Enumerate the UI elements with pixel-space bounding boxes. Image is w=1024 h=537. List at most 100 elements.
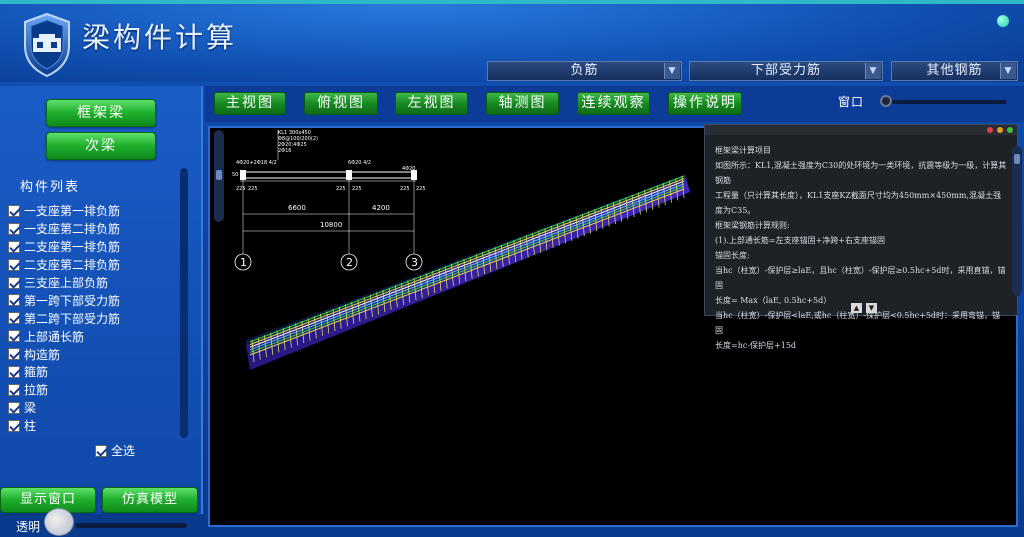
menu-tab-label: 下部受力筋 — [750, 63, 821, 78]
rebar-mid-label: 6Φ20 4/2 — [348, 160, 371, 166]
shield-logo-icon — [24, 12, 70, 78]
checkbox-checked-icon[interactable] — [8, 401, 20, 414]
component-list-item[interactable]: 第二跨下部受力筋 — [8, 309, 178, 327]
component-label: 第一跨下部受力筋 — [24, 293, 121, 308]
checkbox-checked-icon[interactable] — [8, 276, 20, 289]
scroll-down-icon[interactable]: ▼ — [866, 303, 877, 313]
info-line: 框架梁计算项目 — [715, 146, 771, 155]
component-label: 上部通长筋 — [24, 329, 85, 344]
component-list-item[interactable]: 二支座第一排负筋 — [8, 238, 178, 256]
info-panel-header — [705, 125, 1017, 135]
checkbox-checked-icon[interactable] — [8, 222, 20, 235]
menu-tab-bottom-rebar[interactable]: 下部受力筋 ▼ — [689, 61, 883, 81]
info-line: 工程量（只计算其长度），KL1支座KZ截面尺寸均为450mm×450mm,混凝土… — [715, 191, 1002, 215]
menu-tab-negative-rebar[interactable]: 负筋 ▼ — [487, 61, 682, 81]
secondary-beam-button[interactable]: 次梁 — [46, 132, 156, 160]
info-scroll-buttons: ▲ ▼ — [851, 303, 877, 313]
window-opacity-track[interactable] — [886, 100, 1006, 104]
transparency-slider-track[interactable] — [75, 523, 187, 528]
component-list-item[interactable]: 拉筋 — [8, 381, 178, 399]
select-all-checkbox[interactable]: 全选 — [95, 442, 135, 459]
beam-3d-model[interactable] — [236, 170, 696, 380]
component-label: 三支座上部负筋 — [24, 276, 109, 290]
component-list-item[interactable]: 第一跨下部受力筋 — [8, 291, 178, 309]
component-list-item[interactable]: 二支座第二排负筋 — [8, 256, 178, 274]
component-label: 柱 — [24, 419, 37, 434]
chevron-down-icon[interactable]: ▼ — [664, 63, 680, 79]
close-icon[interactable] — [987, 127, 993, 133]
list-scrollbar[interactable] — [180, 168, 188, 438]
component-list-item[interactable]: 构造筋 — [8, 345, 178, 363]
axonometric-view-button[interactable]: 轴测图 — [486, 92, 559, 115]
window-opacity-label: 窗口 — [838, 95, 865, 109]
checkbox-checked-icon[interactable] — [8, 258, 20, 271]
component-label: 二支座第一排负筋 — [24, 240, 121, 255]
top-view-button[interactable]: 俯视图 — [304, 92, 378, 115]
component-list-item[interactable]: 上部通长筋 — [8, 327, 178, 345]
app-window: 梁构件计算 负筋 ▼ 下部受力筋 ▼ 其他钢筋 ▼ 框架梁 次梁 构件列表 一支… — [0, 0, 1024, 537]
checkbox-checked-icon[interactable] — [95, 444, 107, 457]
select-all-label: 全选 — [111, 444, 136, 458]
checkbox-checked-icon[interactable] — [8, 330, 20, 343]
info-panel-handle[interactable] — [1012, 146, 1022, 296]
info-line: 当hc（柱宽）-保护层≥laE，且hc（柱宽）-保护层≥0.5hc+5d时，采用… — [715, 266, 1006, 290]
component-label: 梁 — [24, 401, 37, 416]
component-list: 一支座第一排负筋一支座第二排负筋 二支座第一排负筋 二支座第二排负筋 三支座上部负筋第… — [8, 202, 178, 435]
simulation-model-button[interactable]: 仿真模型 — [102, 487, 198, 513]
checkbox-checked-icon[interactable] — [8, 240, 20, 253]
checkbox-checked-icon[interactable] — [8, 383, 20, 396]
menu-tab-label: 负筋 — [570, 63, 599, 78]
info-line: (1).上部通长筋=左支座锚固+净跨+右支座锚固 — [715, 236, 885, 245]
menu-tab-label: 其他钢筋 — [926, 63, 983, 78]
app-title: 梁构件计算 — [82, 21, 238, 54]
component-list-title: 构件列表 — [20, 180, 81, 195]
info-line: 框架梁钢筋计算规则: — [715, 221, 790, 230]
drawing-panel-handle[interactable] — [214, 130, 224, 222]
chevron-down-icon[interactable]: ▼ — [1000, 63, 1016, 79]
info-panel: 框架梁计算项目如图所示：KL1,混凝土强度为C30的处环境为一类环境，抗震等级为… — [704, 124, 1018, 350]
component-list-item[interactable]: 一支座第二排负筋 — [8, 220, 178, 238]
component-list-item[interactable]: 箍筋 — [8, 363, 178, 381]
menu-tab-other-rebar[interactable]: 其他钢筋 ▼ — [891, 61, 1018, 81]
info-line: 长度=hc-保护层+15d — [715, 341, 797, 350]
scroll-up-icon[interactable]: ▲ — [851, 303, 862, 313]
continuous-view-button[interactable]: 连续观察 — [577, 92, 650, 115]
rebar-left-label: 4Φ20+2Φ18 4/2 — [236, 160, 277, 166]
beam-label-4: 2Φ16 — [278, 148, 291, 154]
checkbox-checked-icon[interactable] — [8, 312, 20, 325]
component-list-item[interactable]: 三支座上部负筋 — [8, 274, 178, 292]
component-list-item[interactable]: 梁 — [8, 399, 178, 417]
component-label: 第二跨下部受力筋 — [24, 311, 121, 326]
transparency-slider-knob[interactable] — [44, 508, 74, 536]
minimize-icon[interactable] — [997, 127, 1003, 133]
maximize-icon[interactable] — [1007, 127, 1013, 133]
show-window-button[interactable]: 显示窗口 — [0, 487, 96, 513]
frame-beam-button[interactable]: 框架梁 — [46, 99, 156, 127]
component-label: 构造筋 — [24, 347, 61, 362]
component-list-item[interactable]: 一支座第一排负筋 — [8, 202, 178, 220]
checkbox-checked-icon[interactable] — [8, 348, 20, 361]
sidebar: 框架梁 次梁 构件列表 一支座第一排负筋一支座第二排负筋 二支座第一排负筋 二支座第… — [0, 86, 203, 514]
info-line: 锚固长度: — [715, 251, 750, 260]
transparency-label: 透明 — [16, 520, 41, 534]
status-indicator-icon — [997, 15, 1009, 27]
checkbox-checked-icon[interactable] — [8, 294, 20, 307]
checkbox-checked-icon[interactable] — [8, 419, 20, 432]
component-label: 一支座第二排负筋 — [24, 222, 121, 237]
component-label: 二支座第二排负筋 — [24, 258, 121, 273]
front-view-button[interactable]: 主视图 — [214, 92, 286, 115]
window-opacity-knob[interactable] — [880, 95, 892, 107]
chevron-down-icon[interactable]: ▼ — [865, 63, 881, 79]
checkbox-checked-icon[interactable] — [8, 365, 20, 378]
info-line: 如图所示：KL1,混凝土强度为C30的处环境为一类环境，抗震等级为一级，计算其钢… — [715, 161, 1007, 185]
component-label: 拉筋 — [24, 383, 49, 398]
operation-guide-button[interactable]: 操作说明 — [668, 92, 742, 115]
info-text: 框架梁计算项目如图所示：KL1,混凝土强度为C30的处环境为一类环境，抗震等级为… — [705, 135, 1017, 353]
checkbox-checked-icon[interactable] — [8, 204, 20, 217]
longitudinal-rebar — [249, 188, 685, 356]
longitudinal-rebar — [249, 178, 685, 346]
component-label: 箍筋 — [24, 365, 49, 380]
left-view-button[interactable]: 左视图 — [395, 92, 468, 115]
longitudinal-rebar — [249, 175, 685, 343]
component-list-item[interactable]: 柱 — [8, 417, 178, 435]
